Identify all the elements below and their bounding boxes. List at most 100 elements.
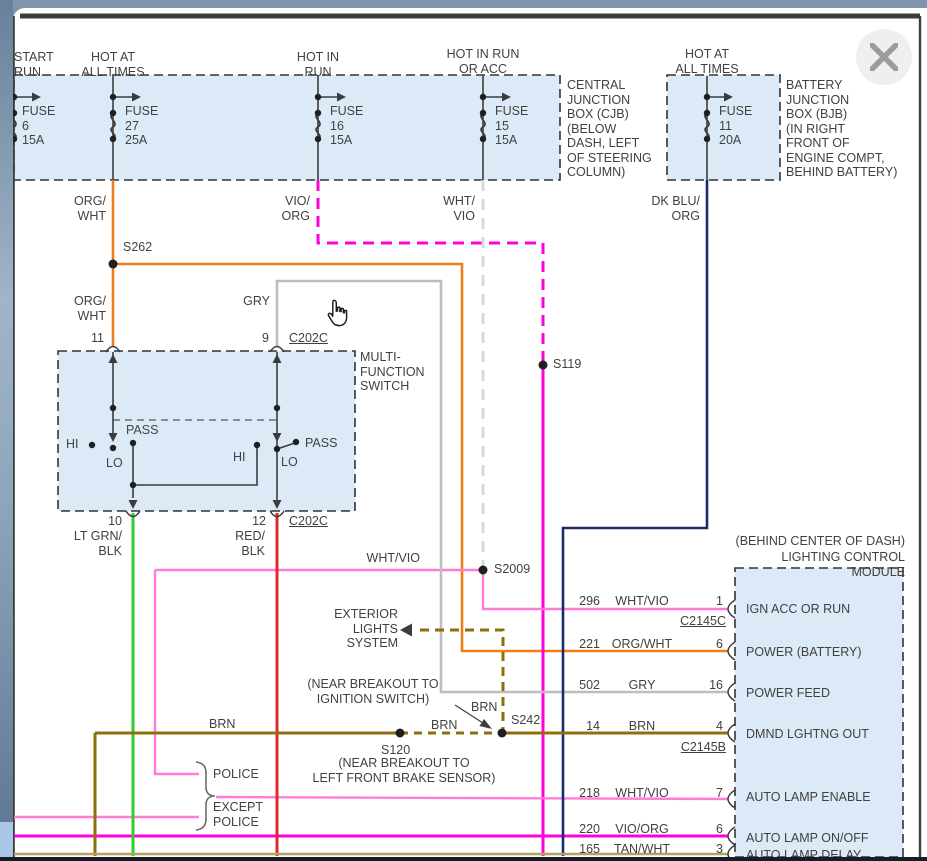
- junction-dot-6: [315, 94, 321, 100]
- junction-dot-11: [480, 136, 486, 142]
- junction-dot-21: [274, 405, 280, 411]
- lcm-pin7-bump: [728, 790, 735, 808]
- junction-dot-19: [498, 729, 507, 738]
- label-dkbluorg: DK BLU/ ORG: [632, 194, 700, 223]
- label-m_onoff: AUTO LAMP ON/OFF: [746, 831, 896, 846]
- label-ext_sys: EXTERIOR LIGHTS SYSTEM: [306, 607, 398, 651]
- junction-dot-16: [539, 361, 548, 370]
- label-behind_dash: (BEHIND CENTER OF DASH): [731, 534, 905, 549]
- label-r502_n: 502: [566, 678, 600, 693]
- label-lcm: LIGHTING CONTROL MODULE: [725, 550, 905, 579]
- wiring-diagram-viewer: START RUNHOT AT ALL TIMESHOT IN RUNHOT I…: [0, 0, 927, 861]
- label-r502_c: GRY: [604, 678, 680, 693]
- label-c202c_b: C202C: [289, 514, 341, 529]
- label-r165_p: 3: [703, 842, 723, 857]
- label-hot16: HOT IN RUN: [275, 50, 361, 79]
- label-r218_n: 218: [566, 786, 600, 801]
- label-r221_p: 6: [703, 637, 723, 652]
- label-hi_r: HI: [233, 450, 253, 465]
- window-left-border: [0, 0, 13, 861]
- junction-dot-10: [480, 110, 486, 116]
- label-start_run: START RUN: [14, 50, 66, 79]
- scroll-corner[interactable]: [0, 822, 13, 858]
- label-nb_brake: (NEAR BREAKOUT TO LEFT FRONT BRAKE SENSO…: [298, 756, 510, 785]
- label-mfs: MULTI- FUNCTION SWITCH: [360, 350, 440, 394]
- label-m_enable: AUTO LAMP ENABLE: [746, 790, 896, 805]
- cursor-hand-icon: [324, 298, 350, 328]
- label-r14_n: 14: [566, 719, 600, 734]
- label-r296_n: 296: [566, 594, 600, 609]
- label-r296_p: 1: [703, 594, 723, 609]
- label-s119: S119: [553, 357, 599, 372]
- label-s262: S262: [123, 240, 173, 255]
- label-bjb: BATTERY JUNCTION BOX (BJB) (IN RIGHT FRO…: [786, 78, 924, 180]
- label-r218_p: 7: [703, 786, 723, 801]
- label-m_feed: POWER FEED: [746, 686, 896, 701]
- junction-dot-12: [704, 94, 710, 100]
- label-c2145b: C2145B: [668, 740, 726, 755]
- label-fuse27: FUSE 27 25A: [125, 104, 175, 148]
- junction-dot-23: [130, 440, 136, 446]
- label-r165_n: 165: [566, 842, 600, 857]
- label-police: POLICE: [213, 767, 273, 782]
- label-c2145c: C2145C: [668, 614, 726, 629]
- label-pin10: 10: [96, 514, 122, 529]
- label-lo_r: LO: [281, 455, 305, 470]
- label-fuse6: FUSE 6 15A: [22, 104, 72, 148]
- label-r221_n: 221: [566, 637, 600, 652]
- close-icon: [870, 43, 898, 71]
- label-hi_l: HI: [66, 437, 86, 452]
- label-fuse11: FUSE 11 20A: [719, 104, 769, 148]
- label-r14_c: BRN: [604, 719, 680, 734]
- junction-dot-15: [109, 260, 118, 269]
- junction-dot-7: [315, 110, 321, 116]
- label-r502_p: 16: [703, 678, 723, 693]
- label-r296_c: WHT/VIO: [604, 594, 680, 609]
- label-s2009: S2009: [494, 562, 546, 577]
- lcm-pin1-bump: [728, 600, 735, 618]
- lcm-pin16-bump: [728, 683, 735, 701]
- label-except: EXCEPT POLICE: [213, 800, 273, 829]
- label-pass_l: PASS: [126, 423, 168, 438]
- junction-dot-9: [480, 94, 486, 100]
- lcm-pin6b-bump: [728, 827, 735, 845]
- junction-dot-3: [110, 94, 116, 100]
- label-s242: S242: [511, 713, 555, 728]
- junction-dot-18: [396, 729, 405, 738]
- junction-dot-8: [315, 136, 321, 142]
- s242-pointer-arrow: [480, 719, 493, 729]
- junction-dot-24: [110, 445, 116, 451]
- label-brn_mid: BRN: [431, 718, 465, 733]
- label-orgwht1: ORG/ WHT: [58, 194, 106, 223]
- multi-function-switch-box: [58, 351, 355, 511]
- lcm-pin6-bump: [728, 642, 735, 660]
- junction-dot-28: [130, 482, 136, 488]
- label-pass_r: PASS: [305, 436, 347, 451]
- label-ltgrnblk: LT GRN/ BLK: [60, 529, 122, 558]
- label-nb_ign: (NEAR BREAKOUT TO IGNITION SWITCH): [288, 677, 458, 706]
- label-orgwht2: ORG/ WHT: [58, 294, 106, 323]
- junction-dot-26: [274, 446, 280, 452]
- close-button[interactable]: [856, 29, 912, 85]
- junction-dot-4: [110, 110, 116, 116]
- junction-dot-13: [704, 110, 710, 116]
- dk-blu-org-wire: [563, 180, 707, 856]
- label-hot27: HOT AT ALL TIMES: [70, 50, 156, 79]
- label-r14_p: 4: [703, 719, 723, 734]
- label-pin11: 11: [78, 331, 104, 346]
- label-whtvio1: WHT/ VIO: [427, 194, 475, 223]
- label-fuse15: FUSE 15 15A: [495, 104, 545, 148]
- junction-dot-27: [293, 439, 299, 445]
- label-brn_left: BRN: [209, 717, 243, 732]
- junction-dot-22: [89, 442, 95, 448]
- junction-dot-5: [110, 136, 116, 142]
- label-cjb: CENTRAL JUNCTION BOX (CJB) (BELOW DASH, …: [567, 78, 665, 180]
- wht-vio-left-drop: [155, 570, 199, 774]
- junction-dot-20: [110, 405, 116, 411]
- label-r220_p: 6: [703, 822, 723, 837]
- label-r165_c: TAN/WHT: [604, 842, 680, 857]
- label-r218_c: WHT/VIO: [604, 786, 680, 801]
- junction-dot-17: [479, 566, 488, 575]
- exterior-lights-arrow: [400, 624, 412, 637]
- label-pin9: 9: [243, 331, 269, 346]
